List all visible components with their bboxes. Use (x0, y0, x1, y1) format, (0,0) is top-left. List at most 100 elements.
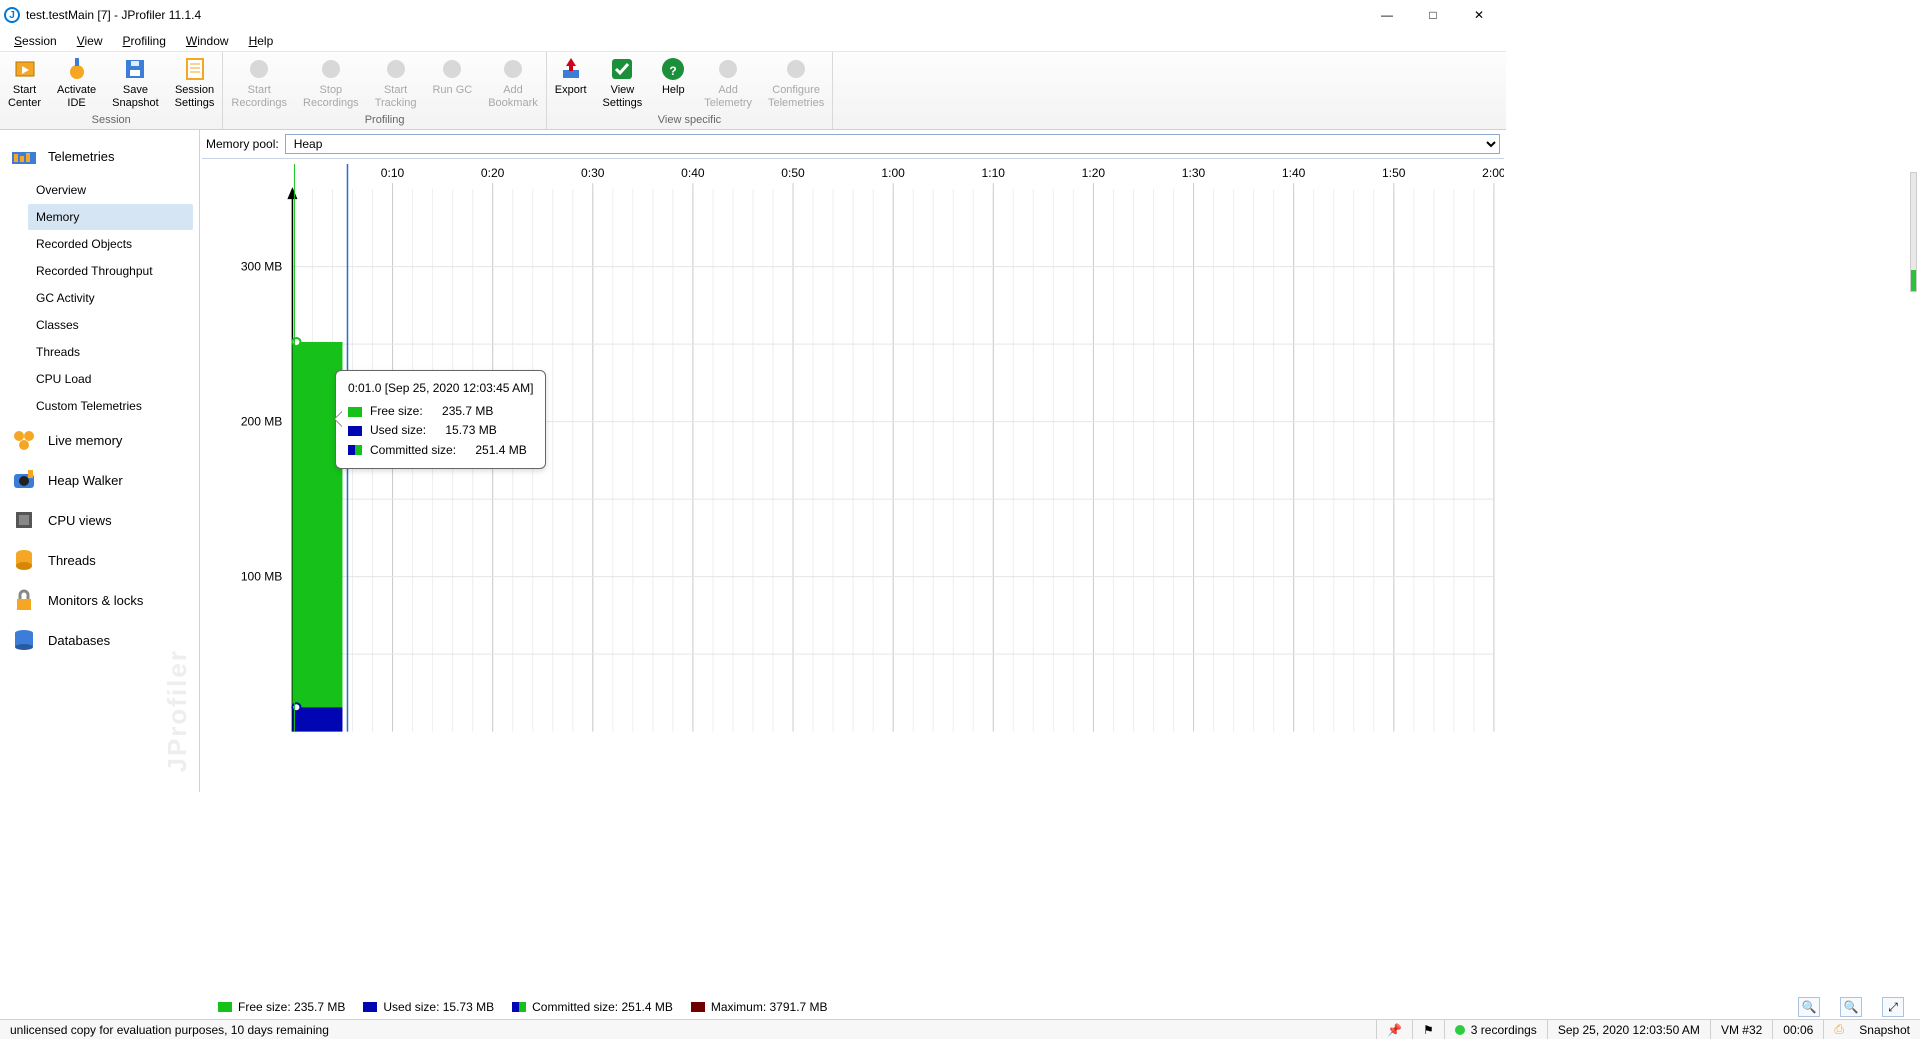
export-label: Export (555, 84, 587, 97)
help-label: Help (662, 84, 685, 97)
toolbar: StartCenter ActivateIDE SaveSnapshot Sessio… (0, 52, 1506, 130)
svg-text:1:00: 1:00 (881, 166, 905, 180)
toolbar-run-gc: Run GC (424, 52, 480, 112)
group-label: Profiling (223, 112, 545, 129)
sidebar-item-recorded-throughput[interactable]: Recorded Throughput (28, 258, 193, 284)
start-recordings-label: StartRecordings (231, 84, 287, 109)
save-snapshot-label: SaveSnapshot (112, 84, 158, 109)
status-pin-icon[interactable]: 📌 (1376, 1020, 1412, 1039)
sidebar-section-heap-walker[interactable]: Heap Walker (0, 460, 199, 500)
maximize-button[interactable]: □ (1410, 0, 1456, 30)
session-settings-label: SessionSettings (175, 84, 215, 109)
app-icon: J (4, 7, 20, 23)
window-title: test.testMain [7] - JProfiler 11.1.4 (26, 8, 201, 22)
legend-item: Used size: 15.73 MB (363, 1000, 494, 1014)
status-bar: unlicensed copy for evaluation purposes,… (0, 1019, 1920, 1039)
menu-help[interactable]: Help (239, 32, 284, 50)
status-snapshot[interactable]: ⎙ Snapshot (1823, 1020, 1920, 1039)
sidebar-item-overview[interactable]: Overview (28, 177, 193, 203)
toolbar-start-center[interactable]: StartCenter (0, 52, 49, 112)
status-flag-icon[interactable]: ⚑ (1412, 1020, 1444, 1039)
live-memory-label: Live memory (48, 433, 122, 448)
sidebar: Telemetries OverviewMemoryRecorded Object… (0, 130, 200, 792)
add-bookmark-icon (500, 56, 526, 82)
menu-window[interactable]: Window (176, 32, 239, 50)
toolbar-save-snapshot[interactable]: SaveSnapshot (104, 52, 166, 112)
heap-walker-icon (10, 466, 38, 494)
sidebar-section-monitors-locks[interactable]: Monitors & locks (0, 580, 199, 620)
sidebar-item-threads[interactable]: Threads (28, 339, 193, 365)
toolbar-start-tracking: StartTracking (367, 52, 425, 112)
tooltip-header: 0:01.0 [Sep 25, 2020 12:03:45 AM] (348, 379, 533, 398)
svg-text:300 MB: 300 MB (241, 260, 283, 274)
mini-memory-meter (1910, 172, 1917, 292)
activate-ide-label: ActivateIDE (57, 84, 96, 109)
recording-dot-icon (1455, 1025, 1465, 1035)
add-bookmark-label: AddBookmark (488, 84, 538, 109)
svg-text:0:50: 0:50 (781, 166, 805, 180)
menu-session[interactable]: Session (4, 32, 67, 50)
status-license: unlicensed copy for evaluation purposes,… (0, 1020, 1376, 1039)
monitors-locks-label: Monitors & locks (48, 593, 143, 608)
toolbar-add-telemetry: AddTelemetry (696, 52, 760, 112)
menu-view[interactable]: View (67, 32, 113, 50)
minimize-button[interactable]: — (1364, 0, 1410, 30)
add-telemetry-icon (715, 56, 741, 82)
start-recordings-icon (246, 56, 272, 82)
status-vm: VM #32 (1710, 1020, 1772, 1039)
sidebar-item-gc-activity[interactable]: GC Activity (28, 285, 193, 311)
svg-text:1:30: 1:30 (1182, 166, 1206, 180)
start-tracking-label: StartTracking (375, 84, 417, 109)
legend-item: Maximum: 3791.7 MB (691, 1000, 828, 1014)
toolbar-export[interactable]: Export (547, 52, 595, 112)
svg-text:0:30: 0:30 (581, 166, 605, 180)
svg-text:0:40: 0:40 (681, 166, 705, 180)
sidebar-item-recorded-objects[interactable]: Recorded Objects (28, 231, 193, 257)
svg-text:1:40: 1:40 (1282, 166, 1306, 180)
export-icon (558, 56, 584, 82)
sidebar-item-memory[interactable]: Memory (28, 204, 193, 230)
sidebar-section-telemetries[interactable]: Telemetries (0, 136, 199, 176)
sidebar-item-custom-telemetries[interactable]: Custom Telemetries (28, 393, 193, 419)
memory-pool-select[interactable]: Heap (285, 134, 1500, 154)
memory-chart[interactable]: 0:100:200:300:400:501:001:101:201:301:40… (202, 158, 1504, 792)
status-timestamp: Sep 25, 2020 12:03:50 AM (1547, 1020, 1710, 1039)
telemetries-label: Telemetries (48, 149, 114, 164)
configure-telemetries-label: ConfigureTelemetries (768, 84, 824, 109)
tooltip-row: Used size: 15.73 MB (348, 421, 533, 440)
group-label: Session (0, 112, 222, 129)
svg-text:1:10: 1:10 (982, 166, 1006, 180)
zoom-in-icon[interactable]: 🔍 (1798, 997, 1820, 1017)
cpu-views-label: CPU views (48, 513, 112, 528)
chart-tooltip: 0:01.0 [Sep 25, 2020 12:03:45 AM]Free si… (335, 370, 546, 469)
svg-text:1:50: 1:50 (1382, 166, 1406, 180)
live-memory-icon (10, 426, 38, 454)
toolbar-activate-ide[interactable]: ActivateIDE (49, 52, 104, 112)
toolbar-view-settings[interactable]: ViewSettings (595, 52, 651, 112)
sidebar-item-cpu-load[interactable]: CPU Load (28, 366, 193, 392)
sidebar-section-live-memory[interactable]: Live memory (0, 420, 199, 460)
monitors-locks-icon (10, 586, 38, 614)
svg-text:?: ? (670, 64, 677, 78)
toolbar-add-bookmark: AddBookmark (480, 52, 546, 112)
zoom-out-icon[interactable]: 🔍 (1840, 997, 1862, 1017)
sidebar-item-classes[interactable]: Classes (28, 312, 193, 338)
fit-icon[interactable]: ⤢ (1882, 997, 1904, 1017)
toolbar-session-settings[interactable]: SessionSettings (167, 52, 223, 112)
databases-label: Databases (48, 633, 110, 648)
configure-telemetries-icon (783, 56, 809, 82)
close-button[interactable]: ✕ (1456, 0, 1502, 30)
sidebar-section-cpu-views[interactable]: CPU views (0, 500, 199, 540)
menu-profiling[interactable]: Profiling (113, 32, 176, 50)
menu-bar: Session View Profiling Window Help (0, 30, 1506, 52)
legend-item: Free size: 235.7 MB (218, 1000, 345, 1014)
toolbar-help[interactable]: ? Help (650, 52, 696, 112)
memory-pool-bar: Memory pool: Heap (200, 130, 1506, 158)
tooltip-row: Committed size: 251.4 MB (348, 441, 533, 460)
svg-text:200 MB: 200 MB (241, 415, 283, 429)
status-recordings[interactable]: 3 recordings (1444, 1020, 1547, 1039)
title-bar: J test.testMain [7] - JProfiler 11.1.4 —… (0, 0, 1506, 30)
run-gc-label: Run GC (432, 84, 472, 97)
sidebar-section-sb-threads[interactable]: Threads (0, 540, 199, 580)
svg-text:2:00: 2:00 (1482, 166, 1504, 180)
